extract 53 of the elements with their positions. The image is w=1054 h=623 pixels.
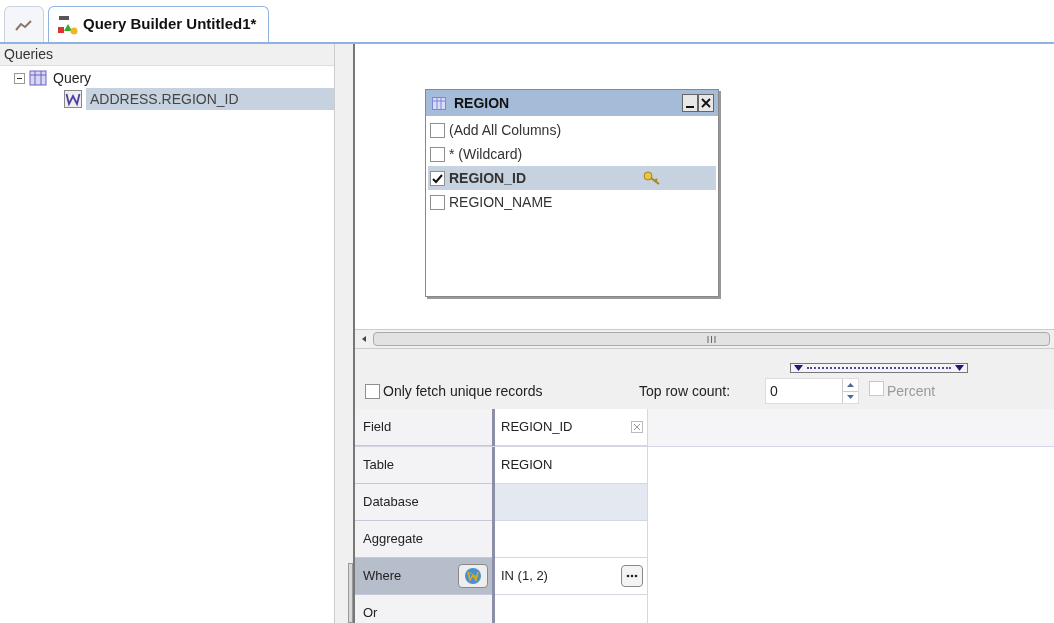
row-header[interactable]: Aggregate: [355, 521, 492, 558]
globe-w-icon: [464, 567, 482, 585]
table-window[interactable]: REGION (Add All Columns) * (Wildcard) REGION_ID REGION_NAME: [425, 89, 719, 297]
table-grid-icon: [29, 70, 47, 86]
horizontal-scrollbar[interactable]: [355, 329, 1054, 349]
remove-column-button[interactable]: [631, 421, 643, 433]
ellipsis-button[interactable]: [621, 565, 643, 587]
splitter-handle[interactable]: [348, 563, 353, 623]
grid-cell[interactable]: IN (1, 2): [495, 558, 648, 595]
grid-cell[interactable]: REGION: [495, 447, 648, 484]
sql-shapes-icon: [57, 13, 79, 36]
close-icon: [633, 423, 641, 431]
tree-item[interactable]: ADDRESS.REGION_ID: [86, 88, 334, 110]
splitter-grip[interactable]: [790, 363, 968, 373]
down-triangle-icon: [794, 365, 803, 371]
minimize-button[interactable]: [682, 94, 698, 112]
scrollbar-thumb[interactable]: [373, 332, 1050, 346]
window-title: REGION: [454, 93, 511, 113]
checkbox[interactable]: [430, 146, 445, 162]
collapse-toggle-icon[interactable]: [14, 72, 25, 84]
column-row[interactable]: REGION_NAME: [428, 190, 716, 214]
checkbox[interactable]: [430, 170, 445, 186]
row-header[interactable]: Table: [355, 447, 492, 484]
where-icon: [64, 90, 82, 108]
grid-cell[interactable]: [495, 484, 648, 521]
row-header[interactable]: Or: [355, 595, 492, 623]
checkbox[interactable]: [430, 194, 445, 210]
column-row[interactable]: REGION_ID: [428, 166, 716, 190]
condition-value: IN (1, 2): [501, 567, 548, 586]
checkbox[interactable]: [430, 122, 445, 138]
chart-line-icon: [15, 18, 33, 31]
column-row[interactable]: (Add All Columns): [428, 118, 716, 142]
column-row[interactable]: * (Wildcard): [428, 142, 716, 166]
table-grid-icon: [432, 96, 446, 110]
field-label: Top row count:: [639, 381, 732, 401]
down-triangle-icon: [955, 365, 964, 371]
unique-records-checkbox[interactable]: [365, 383, 380, 399]
grid-cell[interactable]: REGION_ID: [495, 409, 648, 446]
tree-item[interactable]: Query: [51, 67, 94, 89]
checkbox-label: Only fetch unique records: [383, 381, 544, 401]
globe-w-button[interactable]: [458, 564, 488, 588]
row-header[interactable]: Where: [355, 558, 492, 595]
tab[interactable]: Query Builder Untitled1*: [48, 6, 270, 42]
top-row-count-spinner[interactable]: 0: [765, 378, 859, 404]
field-value: REGION_ID: [501, 418, 573, 437]
checkbox-label: Percent: [887, 381, 936, 401]
close-button[interactable]: [698, 94, 714, 112]
cell-value: REGION: [501, 456, 553, 475]
ellipsis-icon: [626, 574, 638, 578]
grid-cell[interactable]: [495, 521, 648, 558]
panel-title: Queries: [0, 44, 334, 66]
tab[interactable]: [4, 6, 44, 42]
row-header[interactable]: Database: [355, 484, 492, 521]
